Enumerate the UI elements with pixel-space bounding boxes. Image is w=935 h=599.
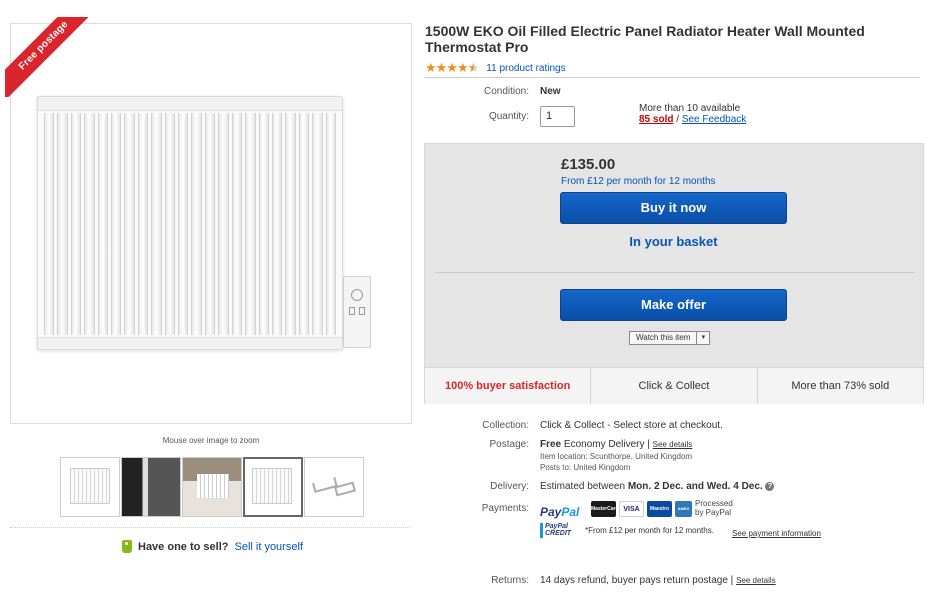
collection-label: Collection: (482, 420, 529, 431)
availability-separator: / (673, 114, 682, 125)
postage-free: Free (540, 439, 562, 450)
processed-by-paypal: Processed by PayPal (695, 499, 733, 517)
product-title: 1500W EKO Oil Filled Electric Panel Radi… (425, 23, 865, 55)
postage-service: Economy Delivery | (563, 439, 650, 450)
chevron-down-icon[interactable]: ▾ (697, 331, 711, 345)
collection-value: Click & Collect - Select store at checko… (540, 420, 723, 431)
visa-icon: VISA (619, 501, 644, 517)
delivery-prefix: Estimated between (540, 481, 626, 492)
in-your-basket-link[interactable]: In your basket (560, 234, 787, 249)
watch-item-button[interactable]: Watch this item ▾ (629, 331, 711, 345)
buy-it-now-button[interactable]: Buy it now (560, 192, 787, 224)
delivery-dates: Mon. 2 Dec. and Wed. 4 Dec. (627, 481, 763, 492)
click-collect-stat: Click & Collect (591, 368, 758, 404)
thumbnail-2[interactable] (121, 457, 181, 517)
sold-count-link[interactable]: 85 sold (639, 114, 673, 125)
buybox-divider (435, 272, 915, 273)
see-payment-information-link[interactable]: See payment information (732, 529, 821, 538)
processed-text: Processed (695, 499, 733, 508)
finance-offer: From £12 per month for 12 months (561, 176, 716, 187)
available-count: More than 10 available (639, 103, 741, 114)
condition-value: New (540, 86, 561, 97)
sell-prompt: Have one to sell? Sell it yourself (122, 540, 303, 553)
star-rating-icon: ★★★★★ (425, 60, 479, 75)
payments-label: Payments: (481, 503, 529, 514)
sell-it-yourself-link[interactable]: Sell it yourself (234, 541, 302, 553)
percent-sold-stat: More than 73% sold (791, 380, 890, 392)
zoom-hint: Mouse over image to zoom (162, 436, 260, 445)
quantity-label: Quantity: (488, 111, 529, 122)
posts-to: Posts to: United Kingdom (540, 463, 631, 472)
mastercard-icon: MasterCard (591, 501, 619, 517)
condition-label: Condition: (483, 86, 529, 97)
paypal-credit-logo: PayPal CREDIT (540, 523, 576, 538)
credit-offer: *From £12 per month for 12 months. (585, 526, 714, 535)
thumbnail-1[interactable] (60, 457, 120, 517)
watch-item-label[interactable]: Watch this item (629, 331, 698, 345)
delivery-value: Estimated between Mon. 2 Dec. and Wed. 4… (540, 481, 775, 492)
stats-bar: 100% buyer satisfaction Click & Collect … (425, 367, 923, 404)
postage-see-details-link[interactable]: See details (653, 440, 693, 449)
ribbon-label: Free postage (5, 17, 95, 97)
paypal-logo-pal: Pal (561, 505, 580, 519)
returns-see-details-link[interactable]: See details (736, 576, 776, 585)
returns-value: 14 days refund, buyer pays return postag… (540, 575, 776, 586)
sell-question: Have one to sell? (138, 540, 229, 553)
postage-label: Postage: (489, 439, 529, 450)
availability-info: More than 10 available 85 sold / See Fee… (639, 103, 746, 125)
buyer-satisfaction-stat: 100% buyer satisfaction (425, 368, 592, 404)
item-location: Item location: Scunthorpe, United Kingdo… (540, 452, 693, 461)
ratings-row: ★★★★★ 11 product ratings (425, 60, 920, 78)
paypal-logo: PayPal (540, 505, 579, 519)
thumbnail-4[interactable] (243, 457, 303, 517)
returns-text: 14 days refund, buyer pays return postag… (540, 575, 734, 586)
delivery-label: Delivery: (490, 481, 529, 492)
product-ratings-link[interactable]: 11 product ratings (486, 62, 565, 75)
paypal-logo-pay: Pay (540, 505, 562, 519)
returns-label: Returns: (491, 575, 529, 586)
thumbnail-strip (60, 457, 364, 517)
help-icon[interactable]: ? (765, 481, 775, 491)
postage-value: Free Economy Delivery | See details (540, 439, 692, 450)
maestro-icon: Maestro (647, 501, 672, 517)
thermostat-control (343, 276, 371, 348)
price-tag-icon (122, 540, 132, 553)
thumbnail-5[interactable] (304, 457, 364, 517)
make-offer-button[interactable]: Make offer (560, 289, 787, 321)
see-feedback-link[interactable]: See Feedback (682, 114, 747, 125)
quantity-input[interactable]: 1 (540, 106, 575, 127)
buy-box: £135.00 From £12 per month for 12 months… (424, 143, 924, 404)
radiator-image (37, 96, 343, 350)
amex-icon: AMEX (675, 501, 692, 517)
thumbnail-3[interactable] (182, 457, 242, 517)
price: £135.00 (561, 156, 616, 173)
left-divider (10, 527, 410, 528)
by-paypal-text: by PayPal (695, 508, 732, 517)
free-postage-ribbon: Free postage (5, 17, 95, 97)
